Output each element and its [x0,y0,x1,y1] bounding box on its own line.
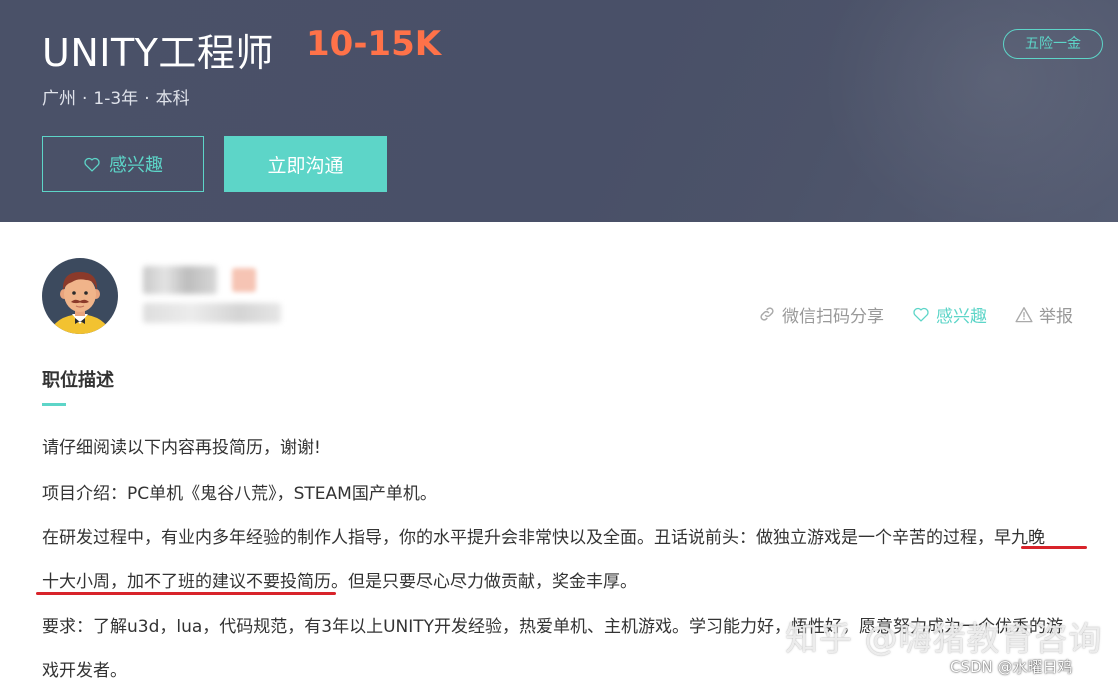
avatar[interactable] [42,258,118,334]
section-title: 职位描述 [42,370,114,391]
benefit-tag: 五险一金 [1003,29,1103,59]
job-header: UNITY工程师 10-15K 广州 · 1-3年 · 本科 五险一金 感兴趣 立即沟通 [0,0,1118,222]
action-bar: 微信扫码分享 感兴趣 举报 [758,302,1073,327]
job-experience: 1-3年 [93,89,139,109]
link-icon [760,307,774,321]
share-label: 微信扫码分享 [782,306,884,327]
interest-action[interactable]: 感兴趣 [912,302,987,327]
job-meta: 广州 · 1-3年 · 本科 [42,84,190,109]
highlight-underline [36,592,336,595]
chat-now-button-label: 立即沟通 [267,154,344,177]
heart-outline-icon [913,307,929,322]
recruiter-name-blurred [143,266,217,294]
recruiter-title-blurred [143,303,281,323]
description-line: 项目介绍：PC单机《鬼谷八荒》，STEAM国产单机。 [42,484,437,504]
chat-now-button[interactable]: 立即沟通 [224,136,387,192]
report-action[interactable]: 举报 [1015,302,1073,327]
interest-action-label: 感兴趣 [936,306,987,327]
heart-outline-icon [84,157,100,172]
csdn-watermark: CSDN @水曜日鸡 [950,658,1073,676]
description-line: 在研发过程中，有业内多年经验的制作人指导，你的水平提升会非常快以及全面。丑话说前… [42,528,1045,548]
job-location: 广州 [42,89,76,109]
highlight-underline [1021,546,1087,549]
report-label: 举报 [1039,306,1073,327]
share-wechat-action[interactable]: 微信扫码分享 [758,302,884,327]
description-line: 请仔细阅读以下内容再投简历，谢谢! [42,438,321,458]
job-education: 本科 [155,89,190,109]
meta-separator: · [82,89,88,109]
salary: 10-15K [306,24,442,64]
interest-button[interactable]: 感兴趣 [42,136,204,192]
section-title-underline [42,403,66,406]
description-line: 戏开发者。 [42,661,127,681]
interest-button-label: 感兴趣 [109,155,163,176]
meta-separator: · [144,89,150,109]
zhihu-watermark: 知乎 @嗨猪教育咨询 [785,619,1103,658]
warning-triangle-icon [1015,306,1033,322]
description-line: 十大小周，加不了班的建议不要投简历。但是只要尽心尽力做贡献，奖金丰厚。 [42,572,637,592]
job-title: UNITY工程师 [42,31,274,75]
recruiter-badge-blurred [232,268,256,292]
